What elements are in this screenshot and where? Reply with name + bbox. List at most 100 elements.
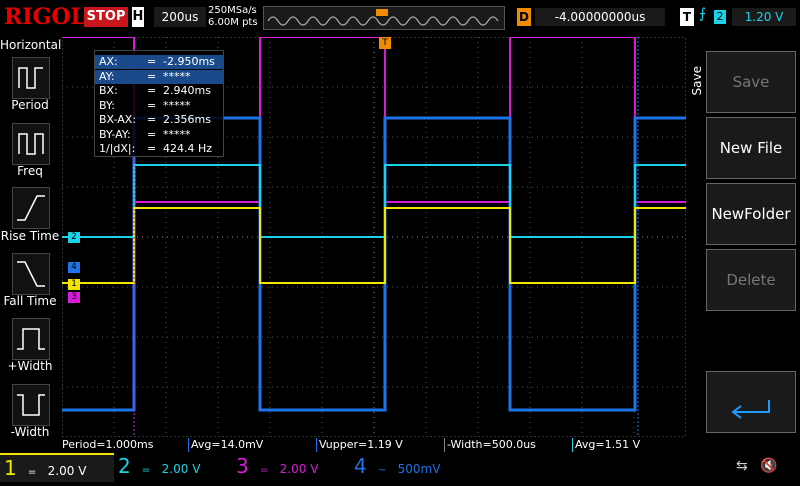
ch1-waveform (62, 207, 686, 284)
cursor-key: AY: (99, 69, 115, 83)
cursor-value: ***** (163, 69, 191, 83)
period-label: Period (11, 98, 49, 112)
new-folder-button[interactable]: NewFolder (706, 183, 796, 245)
save-button[interactable]: Save (706, 51, 796, 113)
delay-label: D (517, 8, 531, 26)
cursor-equals: = (147, 142, 157, 155)
cursor-row: 1/|dX|: = 424.4 Hz (95, 142, 223, 156)
ch4-number: 4 (354, 454, 367, 478)
neg-width-label: -Width (10, 425, 50, 439)
timebase-value[interactable]: 200us (154, 7, 206, 27)
cursor-value: 2.940ms (163, 84, 211, 97)
ch2-scale: 2.00 V (161, 462, 201, 476)
ch1-scale: 2.00 V (47, 464, 87, 478)
cursor-equals: = (147, 113, 157, 126)
delay-value[interactable]: -4.00000000us (535, 8, 665, 26)
rise-time-icon (17, 195, 45, 221)
freq-label: Freq (17, 164, 43, 178)
left-measure-menu: Horizontal Period Freq Rise Time Fall Ti… (0, 37, 62, 439)
cursor-equals: = (147, 84, 157, 97)
ch3-offset-marker[interactable]: 3 (68, 292, 80, 303)
neg-width-icon (17, 394, 45, 416)
ch4-status[interactable]: 4 ~ 500mV (354, 453, 468, 480)
cursor-key: BY: (99, 98, 115, 112)
ch4-offset-marker[interactable]: 4 (68, 262, 80, 273)
measurement-avg-ch2[interactable]: Avg=1.51 V (572, 438, 701, 452)
cursor-row: BX: = 2.940ms (95, 84, 223, 98)
rise-time-button[interactable] (12, 187, 50, 229)
cursor-equals: = (147, 127, 157, 141)
pos-width-button[interactable] (12, 318, 50, 360)
timebase-label: H (132, 7, 144, 27)
measurement-avg-ch4[interactable]: Avg=14.0mV (188, 438, 317, 452)
usb-icon: ⇆ (736, 458, 748, 474)
fall-time-icon (17, 261, 45, 287)
acquisition-info: 250MSa/s 6.00M pts (208, 5, 260, 29)
fall-time-label: Fall Time (3, 294, 57, 308)
run-stop-button[interactable]: STOP (84, 7, 128, 27)
sample-rate: 250MSa/s (208, 5, 257, 16)
ch1-status[interactable]: 1 = 2.00 V (0, 453, 114, 482)
trigger-level[interactable]: 1.20 V (732, 8, 796, 26)
ch4-waveform (62, 116, 686, 412)
memory-waveform-icon (267, 9, 499, 26)
ch3-number: 3 (236, 454, 249, 478)
measurement-vupper[interactable]: Vupper=1.19 V (316, 438, 445, 452)
cursor-value: 424.4 Hz (163, 142, 213, 155)
ch2-status[interactable]: 2 = 2.00 V (118, 453, 232, 480)
ch1-number: 1 (4, 456, 17, 480)
cursor-row: BY-AY: = ***** (95, 128, 223, 142)
return-arrow-icon (731, 400, 770, 419)
rise-time-label: Rise Time (0, 229, 60, 243)
freq-button[interactable] (12, 123, 50, 165)
ch2-number: 2 (118, 454, 131, 478)
cursor-key: 1/|dX|: (99, 142, 136, 155)
cursor-key: BX: (99, 84, 118, 97)
cursor-value: 2.356ms (163, 113, 211, 126)
cursor-row: AX: = -2.950ms (95, 55, 223, 69)
cursor-value: ***** (163, 98, 191, 112)
delete-button[interactable]: Delete (706, 249, 796, 311)
return-button[interactable] (706, 371, 796, 433)
pos-width-icon (17, 328, 45, 350)
mute-icon: 🔇 (760, 458, 778, 474)
top-status-bar: RIGOL STOP H 200us 250MSa/s 6.00M pts D … (0, 0, 800, 36)
ch3-status[interactable]: 3 = 2.00 V (236, 453, 350, 480)
cursor-key: BY-AY: (99, 127, 131, 141)
cursor-equals: = (147, 55, 157, 68)
cursor-value: ***** (163, 127, 191, 141)
ch3-scale: 2.00 V (279, 462, 319, 476)
measurement-period[interactable]: Period=1.000ms (60, 438, 188, 452)
left-menu-title: Horizontal (0, 38, 62, 52)
cursor-value: -2.950ms (163, 55, 215, 68)
measurement-bar: Period=1.000ms Avg=14.0mV Vupper=1.19 V … (60, 438, 700, 452)
period-icon (18, 67, 43, 89)
cursor-equals: = (147, 98, 157, 112)
rising-edge-icon: ⨍ (699, 6, 707, 22)
cursor-row: BY: = ***** (95, 99, 223, 113)
trigger-label: T (680, 8, 694, 26)
cursor-equals: = (147, 69, 157, 83)
memory-depth: 6.00M pts (208, 17, 258, 28)
save-menu-title: Save (690, 66, 704, 96)
memory-overview-bar[interactable] (263, 6, 505, 30)
cursor-row: BX-AX: = 2.356ms (95, 113, 223, 127)
channel-status-bar: 1 = 2.00 V 2 = 2.00 V 3 = 2.00 V 4 ~ 500… (0, 453, 800, 482)
ch1-offset-marker[interactable]: 1 (68, 279, 80, 290)
new-file-button[interactable]: New File (706, 117, 796, 179)
cursor-readout-table: AX: = -2.950ms AY: = ***** BX: = 2.940ms BY: = ****… (94, 50, 224, 157)
ch1-coupling: = (27, 467, 37, 478)
cursor-key: AX: (99, 55, 118, 68)
fall-time-button[interactable] (12, 253, 50, 295)
freq-icon (18, 133, 44, 155)
period-button[interactable] (12, 57, 50, 99)
ch4-scale: 500mV (397, 462, 441, 476)
brand-logo: RIGOL (4, 4, 86, 30)
trigger-source[interactable]: 2 (714, 10, 726, 24)
trigger-position-marker[interactable]: T (379, 37, 391, 49)
ch2-offset-marker[interactable]: 2 (68, 232, 80, 243)
cursor-key: BX-AX: (99, 113, 137, 126)
measurement-neg-width[interactable]: -Width=500.0us (444, 438, 573, 452)
neg-width-button[interactable] (12, 384, 50, 426)
cursor-row: AY: = ***** (95, 69, 223, 84)
